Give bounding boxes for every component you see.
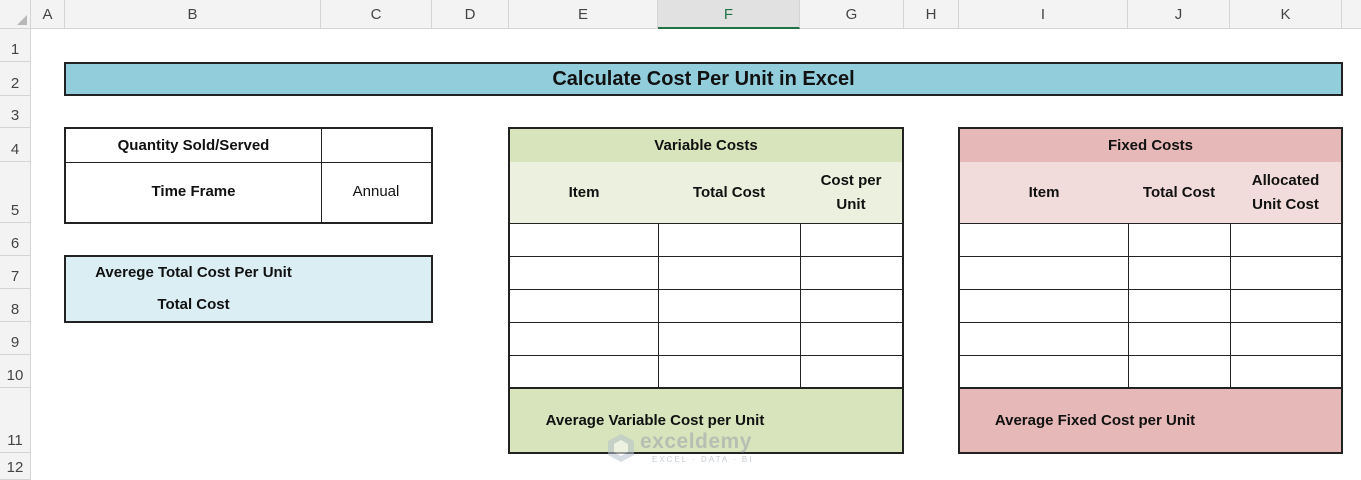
variable-cost-cell[interactable] bbox=[800, 322, 904, 356]
timeframe-value-cell[interactable]: Annual bbox=[321, 162, 433, 224]
column-header-e[interactable]: E bbox=[509, 0, 658, 29]
column-header-b[interactable]: B bbox=[65, 0, 321, 29]
column-header-k[interactable]: K bbox=[1230, 0, 1342, 29]
fixed-cost-cell[interactable] bbox=[1128, 289, 1231, 323]
fixed-cost-cell[interactable] bbox=[1230, 355, 1343, 389]
quantity-value-cell[interactable] bbox=[321, 127, 433, 163]
fixed-cost-cell[interactable] bbox=[958, 223, 1129, 257]
row-header-10[interactable]: 10 bbox=[0, 355, 31, 388]
fixed-cost-cell[interactable] bbox=[958, 322, 1129, 356]
fixed-cost-cell[interactable] bbox=[1230, 289, 1343, 323]
fixed-cost-cell[interactable] bbox=[1128, 256, 1231, 290]
total-cost-label[interactable]: Total Cost bbox=[64, 289, 322, 323]
column-header-j[interactable]: J bbox=[1128, 0, 1230, 29]
variable-cost-cell[interactable] bbox=[508, 256, 659, 290]
column-header-f[interactable]: F bbox=[658, 0, 800, 29]
avg-variable-cost-value[interactable] bbox=[800, 387, 904, 454]
watermark-tagline: EXCEL · DATA · BI bbox=[652, 455, 754, 464]
variable-cost-cell[interactable] bbox=[658, 289, 801, 323]
fixed-cost-cell[interactable] bbox=[958, 256, 1129, 290]
fixed-cost-cell[interactable] bbox=[1128, 223, 1231, 257]
fixed-cost-cell[interactable] bbox=[1128, 355, 1231, 389]
variable-cost-cell[interactable] bbox=[508, 355, 659, 389]
row-header-6[interactable]: 6 bbox=[0, 223, 31, 256]
row-header-1[interactable]: 1 bbox=[0, 29, 31, 62]
column-header-overflow bbox=[1342, 0, 1361, 29]
row-header-4[interactable]: 4 bbox=[0, 128, 31, 162]
select-all-corner[interactable] bbox=[0, 0, 31, 29]
page-title[interactable]: Calculate Cost Per Unit in Excel bbox=[64, 62, 1343, 96]
variable-cost-cell[interactable] bbox=[508, 322, 659, 356]
row-header-11[interactable]: 11 bbox=[0, 388, 31, 453]
quantity-label[interactable]: Quantity Sold/Served bbox=[64, 127, 322, 163]
column-header-g[interactable]: G bbox=[800, 0, 904, 29]
column-header-d[interactable]: D bbox=[432, 0, 509, 29]
variable-cost-cell[interactable] bbox=[658, 355, 801, 389]
avg-total-cost-value[interactable] bbox=[321, 255, 433, 290]
fixed-header-item[interactable]: Item bbox=[958, 162, 1129, 224]
exceldemy-logo-icon bbox=[608, 434, 634, 462]
row-header-3[interactable]: 3 bbox=[0, 96, 31, 128]
fixed-costs-title[interactable]: Fixed Costs bbox=[958, 127, 1343, 163]
fixed-cost-cell[interactable] bbox=[1230, 256, 1343, 290]
column-header-a[interactable]: A bbox=[31, 0, 65, 29]
row-header-5[interactable]: 5 bbox=[0, 162, 31, 223]
column-header-i[interactable]: I bbox=[959, 0, 1128, 29]
variable-cost-cell[interactable] bbox=[508, 289, 659, 323]
variable-header-cost-per-unit[interactable]: Cost per Unit bbox=[800, 162, 904, 224]
column-header-h[interactable]: H bbox=[904, 0, 959, 29]
variable-header-item[interactable]: Item bbox=[508, 162, 659, 224]
variable-costs-title[interactable]: Variable Costs bbox=[508, 127, 904, 163]
row-header-7[interactable]: 7 bbox=[0, 256, 31, 289]
fixed-cost-cell[interactable] bbox=[958, 355, 1129, 389]
total-cost-value[interactable] bbox=[321, 289, 433, 323]
fixed-cost-cell[interactable] bbox=[1230, 223, 1343, 257]
spreadsheet-grid[interactable]: A B C D E F G H I J K 1 2 3 4 5 6 7 8 9 … bbox=[0, 0, 1361, 480]
watermark-name: exceldemy bbox=[640, 430, 752, 453]
exceldemy-watermark: exceldemy EXCEL · DATA · BI bbox=[606, 430, 756, 470]
avg-total-cost-label[interactable]: Averege Total Cost Per Unit bbox=[64, 255, 322, 290]
fixed-header-total-cost[interactable]: Total Cost bbox=[1128, 162, 1231, 224]
variable-cost-cell[interactable] bbox=[800, 256, 904, 290]
fixed-cost-cell[interactable] bbox=[1128, 322, 1231, 356]
variable-cost-cell[interactable] bbox=[658, 223, 801, 257]
variable-cost-cell[interactable] bbox=[658, 322, 801, 356]
fixed-cost-cell[interactable] bbox=[958, 289, 1129, 323]
variable-cost-cell[interactable] bbox=[658, 256, 801, 290]
variable-cost-cell[interactable] bbox=[800, 289, 904, 323]
column-header-c[interactable]: C bbox=[321, 0, 432, 29]
variable-cost-cell[interactable] bbox=[800, 223, 904, 257]
variable-cost-cell[interactable] bbox=[800, 355, 904, 389]
row-header-2[interactable]: 2 bbox=[0, 62, 31, 96]
timeframe-label[interactable]: Time Frame bbox=[64, 162, 322, 224]
fixed-header-allocated-unit-cost[interactable]: Allocated Unit Cost bbox=[1230, 162, 1343, 224]
row-header-9[interactable]: 9 bbox=[0, 322, 31, 355]
avg-fixed-cost-value[interactable] bbox=[1230, 387, 1343, 454]
variable-cost-cell[interactable] bbox=[508, 223, 659, 257]
variable-header-total-cost[interactable]: Total Cost bbox=[658, 162, 801, 224]
avg-fixed-cost-label[interactable]: Average Fixed Cost per Unit bbox=[958, 387, 1231, 454]
fixed-cost-cell[interactable] bbox=[1230, 322, 1343, 356]
row-header-12[interactable]: 12 bbox=[0, 453, 31, 480]
row-header-8[interactable]: 8 bbox=[0, 289, 31, 322]
